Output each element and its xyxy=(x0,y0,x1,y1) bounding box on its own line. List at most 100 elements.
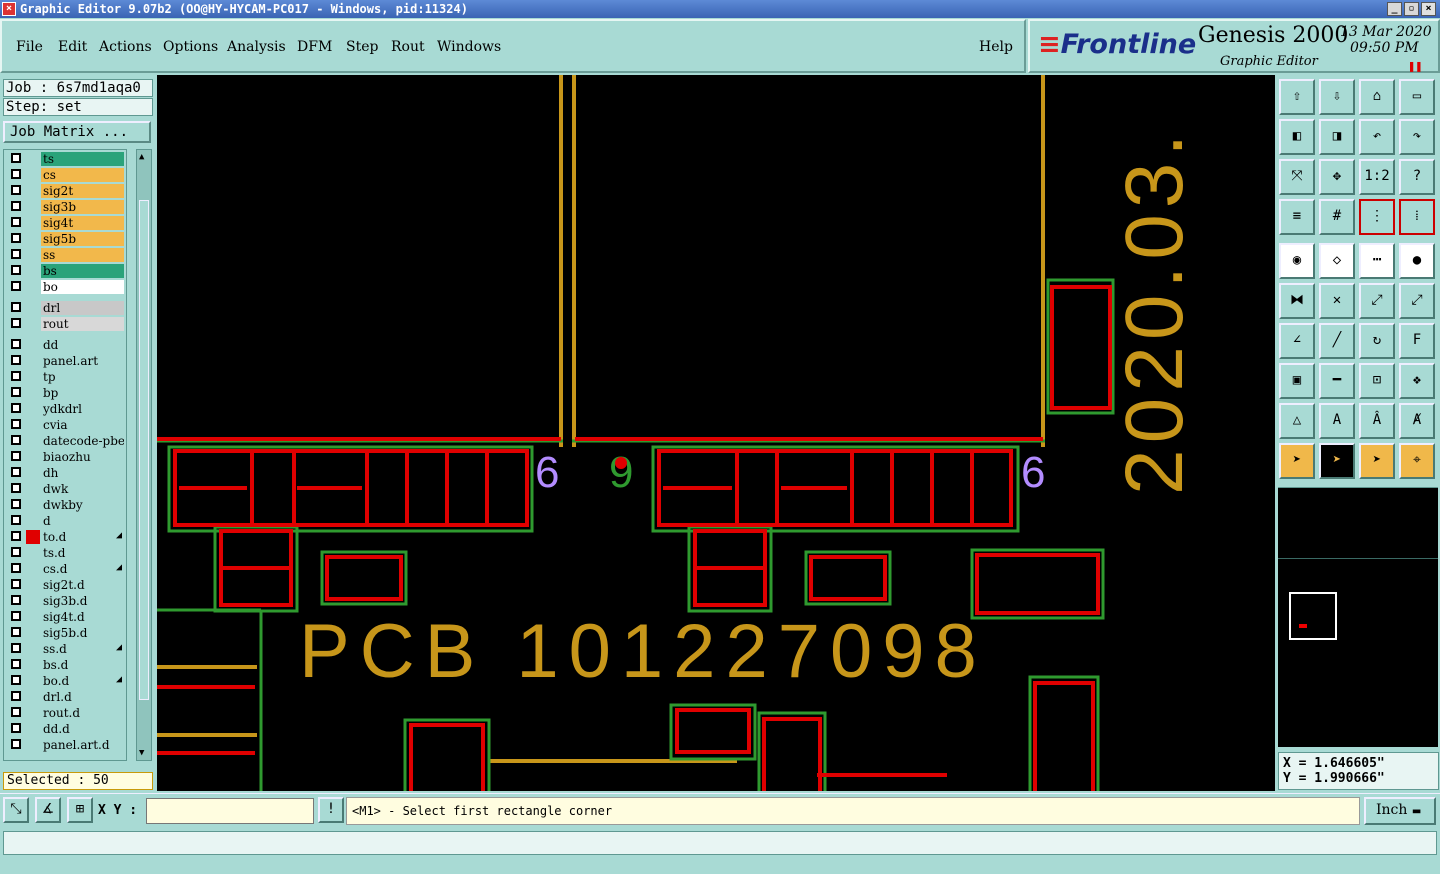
layer-checkbox[interactable] xyxy=(11,371,21,381)
layer-checkbox[interactable] xyxy=(11,419,21,429)
layer-row[interactable]: ts xyxy=(4,152,126,166)
pad-icon[interactable]: ● xyxy=(1399,243,1435,279)
layer-checkbox[interactable] xyxy=(11,467,21,477)
pause-icon[interactable]: ❚❚ xyxy=(1408,59,1422,73)
layer-row[interactable]: ydkdrl xyxy=(4,402,126,416)
layer-checkbox[interactable] xyxy=(11,265,21,275)
line-icon[interactable]: ╱ xyxy=(1319,323,1355,359)
layer-checkbox[interactable] xyxy=(11,675,21,685)
layer-checkbox[interactable] xyxy=(11,217,21,227)
layer-scrollbar[interactable]: ▲ ▼ xyxy=(136,149,152,761)
exclaim-button[interactable]: ! xyxy=(318,797,344,823)
pointer-icon[interactable]: ➤ xyxy=(1279,443,1315,479)
text-a-icon[interactable]: A xyxy=(1319,403,1355,439)
home-down-icon[interactable]: ⇩ xyxy=(1319,79,1355,115)
layer-row[interactable]: sig3b xyxy=(4,200,126,214)
zoom-center-icon[interactable]: ✥ xyxy=(1319,159,1355,195)
layer-checkbox[interactable] xyxy=(11,451,21,461)
unit-selector[interactable]: Inch ▬ xyxy=(1364,797,1436,825)
layer-checkbox[interactable] xyxy=(11,302,21,312)
connect-icon[interactable]: ⤢ xyxy=(1359,283,1395,319)
layer-checkbox[interactable] xyxy=(11,387,21,397)
layer-row[interactable]: sig4t.d xyxy=(4,610,126,624)
layer-row[interactable]: rout.d xyxy=(4,706,126,720)
layer-checkbox[interactable] xyxy=(11,627,21,637)
arc-icon[interactable]: ↻ xyxy=(1359,323,1395,359)
graphic-canvas[interactable]: PCB 101227098 2020.03. 9 6 6 xyxy=(157,75,1275,791)
job-matrix-button[interactable]: Job Matrix ... xyxy=(3,121,151,143)
pan-right-icon[interactable]: ◨ xyxy=(1319,119,1355,155)
layer-checkbox[interactable] xyxy=(11,318,21,328)
layer-row[interactable]: to.d ◢ xyxy=(4,530,126,544)
redo-zoom-icon[interactable]: ↷ xyxy=(1399,119,1435,155)
layer-row[interactable]: sig2t xyxy=(4,184,126,198)
scroll-down-icon[interactable]: ▼ xyxy=(139,748,144,758)
layer-checkbox[interactable] xyxy=(11,281,21,291)
route-icon[interactable]: ⌖ xyxy=(1399,443,1435,479)
layer-checkbox[interactable] xyxy=(11,339,21,349)
layer-checkbox[interactable] xyxy=(11,233,21,243)
layer-checkbox[interactable] xyxy=(11,169,21,179)
resize-icon[interactable]: ⊡ xyxy=(1359,363,1395,399)
cross-icon[interactable]: ✕ xyxy=(1319,283,1355,319)
frame-icon[interactable]: ▭ xyxy=(1399,79,1435,115)
help-button[interactable]: ? xyxy=(1399,159,1435,195)
layer-row[interactable]: sig4t xyxy=(4,216,126,230)
layer-row[interactable]: dwkby xyxy=(4,498,126,512)
layer-checkbox[interactable] xyxy=(11,435,21,445)
layer-row[interactable]: tp xyxy=(4,370,126,384)
xy-input[interactable] xyxy=(146,798,314,824)
net-icon[interactable]: ⧓ xyxy=(1279,283,1315,319)
layer-checkbox[interactable] xyxy=(11,723,21,733)
connect-alt-icon[interactable]: ⤢ xyxy=(1399,283,1435,319)
mini-map[interactable] xyxy=(1278,487,1438,747)
menu-step[interactable]: Step xyxy=(346,39,378,55)
home-up-icon[interactable]: ⇧ xyxy=(1279,79,1315,115)
layer-checkbox[interactable] xyxy=(11,153,21,163)
font-icon[interactable]: F xyxy=(1399,323,1435,359)
grid-snap-icon[interactable]: ⊞ xyxy=(67,797,93,823)
layer-row[interactable]: bs xyxy=(4,264,126,278)
pointer-alt-icon[interactable]: ➤ xyxy=(1359,443,1395,479)
layer-row[interactable]: panel.art.d xyxy=(4,738,126,752)
select-node-icon[interactable]: ▣ xyxy=(1279,363,1315,399)
shape-icon[interactable]: ◇ xyxy=(1319,243,1355,279)
text-a-plus-icon[interactable]: Â xyxy=(1359,403,1395,439)
layer-row[interactable]: cvia xyxy=(4,418,126,432)
layer-row[interactable]: cs xyxy=(4,168,126,182)
menu-edit[interactable]: Edit xyxy=(58,39,87,55)
layer-row[interactable]: bs.d xyxy=(4,658,126,672)
layer-checkbox[interactable] xyxy=(11,739,21,749)
layer-row[interactable]: dh xyxy=(4,466,126,480)
pan-left-icon[interactable]: ◧ xyxy=(1279,119,1315,155)
layer-checkbox[interactable] xyxy=(11,249,21,259)
menu-analysis[interactable]: Analysis xyxy=(227,39,286,55)
snap-icon[interactable]: ⤡ xyxy=(3,797,29,823)
layer-checkbox[interactable] xyxy=(11,185,21,195)
grid-icon[interactable]: # xyxy=(1319,199,1355,235)
layer-row[interactable]: d xyxy=(4,514,126,528)
layer-row[interactable]: bo xyxy=(4,280,126,294)
minus-icon[interactable]: ━ xyxy=(1319,363,1355,399)
mini-viewport[interactable] xyxy=(1289,592,1337,640)
menu-rout[interactable]: Rout xyxy=(391,39,425,55)
layer-row[interactable]: sig3b.d xyxy=(4,594,126,608)
layers-icon[interactable]: ⋮ xyxy=(1359,199,1395,235)
maximize-button[interactable]: ▫ xyxy=(1404,2,1419,16)
layer-checkbox[interactable] xyxy=(11,659,21,669)
menu-dfm[interactable]: DFM xyxy=(297,39,332,55)
group-icon[interactable]: ❖ xyxy=(1399,363,1435,399)
layer-row[interactable]: sig5b xyxy=(4,232,126,246)
layer-row[interactable]: drl.d xyxy=(4,690,126,704)
layer-checkbox[interactable] xyxy=(11,579,21,589)
menu-actions[interactable]: Actions xyxy=(99,39,152,55)
zoom-fit-icon[interactable]: ⤧ xyxy=(1279,159,1315,195)
layer-checkbox[interactable] xyxy=(11,499,21,509)
menu-options[interactable]: Options xyxy=(163,39,218,55)
layer-row[interactable]: cs.d ◢ xyxy=(4,562,126,576)
layer-row[interactable]: ss xyxy=(4,248,126,262)
layer-checkbox[interactable] xyxy=(11,531,21,541)
layer-row[interactable]: ts.d xyxy=(4,546,126,560)
ruler-icon[interactable]: ≡ xyxy=(1279,199,1315,235)
layers-alt-icon[interactable]: ⁞ xyxy=(1399,199,1435,235)
